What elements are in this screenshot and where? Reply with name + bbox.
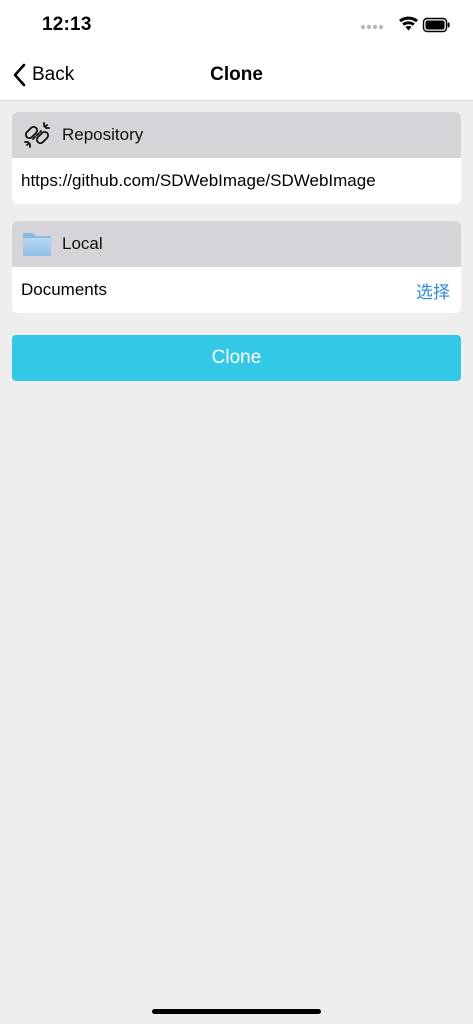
repository-header-label: Repository — [62, 125, 144, 144]
local-path-row: Documents 选择 — [12, 267, 461, 313]
repository-url-text: https://github.com/SDWebImage/SDWebImage — [21, 171, 376, 190]
status-icons — [359, 16, 451, 36]
clone-button[interactable]: Clone — [12, 335, 461, 381]
repository-url-field[interactable]: https://github.com/SDWebImage/SDWebImage — [12, 158, 461, 204]
signal-dots-icon — [360, 24, 384, 30]
chevron-left-icon — [13, 63, 26, 87]
local-header: Local — [12, 221, 461, 267]
local-card: Local Documents 选择 — [12, 221, 461, 313]
home-indicator — [152, 1009, 321, 1014]
wifi-icon — [399, 16, 418, 31]
nav-bar: Clone Back — [0, 50, 473, 101]
local-header-label: Local — [62, 234, 103, 253]
back-label: Back — [32, 64, 75, 85]
local-path-text: Documents — [21, 280, 107, 299]
repository-card: Repository https://github.com/SDWebImage… — [12, 112, 461, 204]
repository-header: Repository — [12, 112, 461, 158]
link-icon — [22, 120, 52, 150]
battery-icon — [422, 17, 450, 33]
status-icons-svg — [360, 16, 450, 33]
status-bar: 12:13 — [0, 0, 473, 50]
choose-folder-button[interactable]: 选择 — [416, 278, 450, 303]
back-button[interactable]: Back — [12, 62, 74, 88]
folder-icon — [22, 229, 52, 259]
status-time: 12:13 — [42, 14, 92, 35]
